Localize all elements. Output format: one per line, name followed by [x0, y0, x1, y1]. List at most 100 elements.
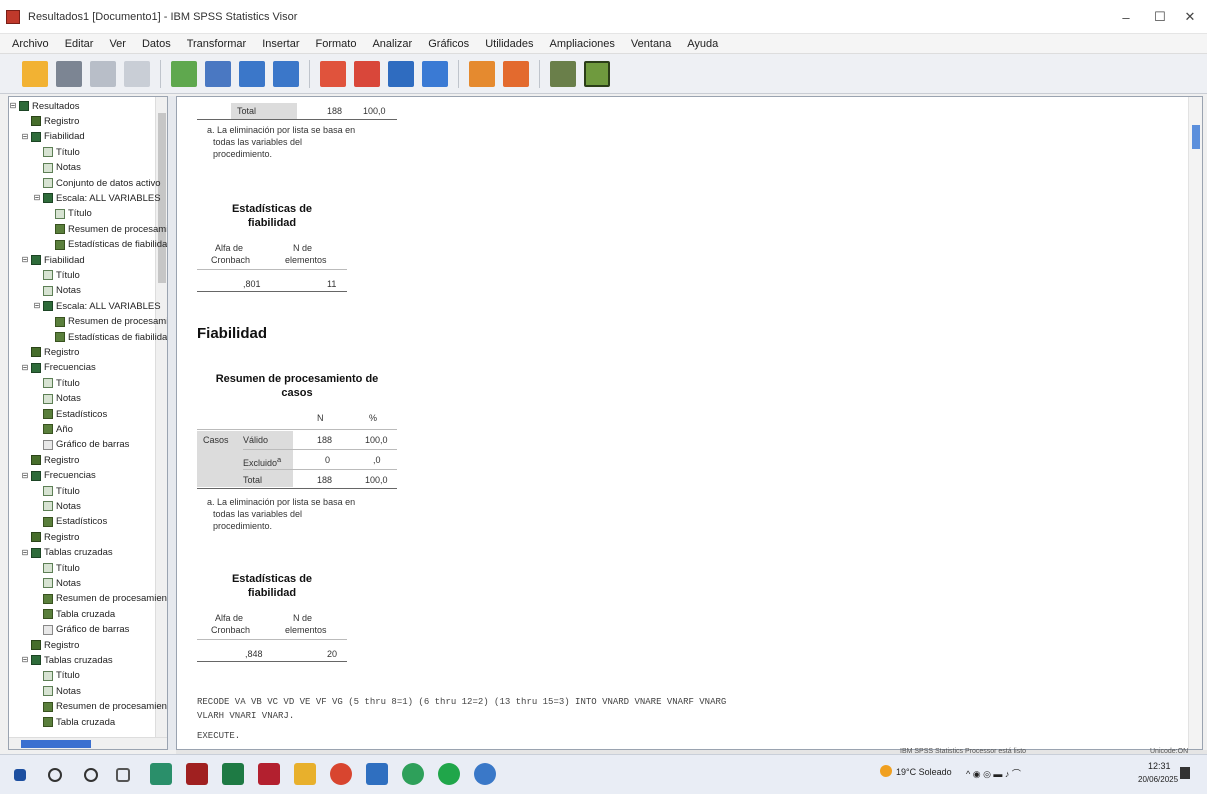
outline-item[interactable]: Escala: ALL VARIABLES [43, 191, 161, 205]
menu-datos[interactable]: Datos [134, 38, 179, 50]
outline-item[interactable]: Tablas cruzadas [31, 546, 113, 560]
clock-time[interactable]: 12:31 [1148, 761, 1171, 771]
outline-item[interactable]: Resumen de procesamiento de casos [43, 700, 167, 714]
select-icon[interactable] [550, 60, 576, 87]
search-icon[interactable] [48, 768, 62, 782]
outline-item[interactable]: Estadísticas de fiabilidad [55, 238, 167, 252]
teams-icon[interactable] [402, 763, 424, 785]
spss-viewer-icon[interactable] [474, 763, 496, 785]
recall-dialog-icon[interactable] [205, 60, 231, 87]
outline-item[interactable]: Notas [43, 284, 81, 298]
insert-output-icon[interactable] [469, 60, 495, 87]
undo-icon[interactable] [239, 60, 265, 87]
edge-icon[interactable] [150, 763, 172, 785]
print-preview-icon[interactable] [124, 60, 150, 87]
system-tray-icons[interactable]: ^ ◉ ◎ ▬ ♪ ⌒ [966, 767, 1021, 780]
widgets-icon[interactable] [116, 768, 130, 782]
outline-item[interactable]: Tabla cruzada [43, 715, 115, 729]
output-content-pane[interactable]: Total 188 100,0 a. La eliminación por li… [176, 96, 1203, 750]
outline-item[interactable]: Año [43, 422, 73, 436]
variables-icon[interactable] [422, 60, 448, 87]
outline-item[interactable]: Registro [31, 638, 79, 652]
outline-item[interactable]: Gráfico de barras [43, 438, 129, 452]
outline-item[interactable]: Gráfico de barras [43, 623, 129, 637]
outline-item[interactable]: Título [55, 207, 92, 221]
outline-item[interactable]: Notas [43, 392, 81, 406]
outline-item[interactable]: Estadísticos [43, 407, 107, 421]
goto-data-icon[interactable] [320, 60, 346, 87]
menu-ventana[interactable]: Ventana [623, 38, 679, 50]
outline-item[interactable]: Título [43, 561, 80, 575]
menu-transformar[interactable]: Transformar [179, 38, 255, 50]
outline-item[interactable]: Tablas cruzadas [31, 653, 113, 667]
weather-text[interactable]: 19°C Soleado [896, 767, 952, 777]
menu-insertar[interactable]: Insertar [254, 38, 307, 50]
outline-item[interactable]: Registro [31, 345, 79, 359]
menu-graficos[interactable]: Gráficos [420, 38, 477, 50]
outline-item[interactable]: Notas [43, 499, 81, 513]
outline-item[interactable]: Frecuencias [31, 361, 96, 375]
outline-item[interactable]: Título [43, 484, 80, 498]
export-icon[interactable] [171, 60, 197, 87]
minimize-button[interactable]: – [1108, 0, 1144, 34]
outline-item[interactable]: Título [43, 145, 80, 159]
outline-item[interactable]: Notas [43, 684, 81, 698]
outline-item[interactable]: Estadísticas de fiabilidad [55, 330, 167, 344]
run-icon[interactable] [584, 60, 610, 87]
tree-expand-toggle[interactable]: ⊟ [21, 132, 29, 141]
print-icon[interactable] [90, 60, 116, 87]
tree-expand-toggle[interactable]: ⊟ [21, 363, 29, 372]
menu-ayuda[interactable]: Ayuda [679, 38, 726, 50]
spss-icon[interactable] [258, 763, 280, 785]
save-icon[interactable] [56, 60, 82, 87]
tree-expand-toggle[interactable]: ⊟ [21, 548, 29, 557]
tree-expand-toggle[interactable]: ⊟ [33, 194, 41, 202]
menu-archivo[interactable]: Archivo [4, 38, 57, 50]
outline-item[interactable]: Fiabilidad [31, 130, 85, 144]
outline-item[interactable]: Título [43, 268, 80, 282]
excel-icon[interactable] [222, 763, 244, 785]
outline-item[interactable]: Título [43, 669, 80, 683]
menu-ampliaciones[interactable]: Ampliaciones [542, 38, 623, 50]
outline-item[interactable]: Tabla cruzada [43, 607, 115, 621]
outline-item[interactable]: Conjunto de datos activo [43, 176, 161, 190]
designate-window-icon[interactable] [503, 60, 529, 87]
menu-utilidades[interactable]: Utilidades [477, 38, 541, 50]
weather-icon[interactable] [880, 765, 892, 777]
outline-item[interactable]: Fiabilidad [31, 253, 85, 267]
outline-item[interactable]: Resumen de procesamiento de casos [55, 315, 167, 329]
outline-item[interactable]: Notas [43, 161, 81, 175]
goto-case-icon[interactable] [354, 60, 380, 87]
close-button[interactable]: ✕ [1172, 0, 1207, 34]
scroll-thumb[interactable] [21, 740, 91, 748]
pane-splitter[interactable] [168, 96, 176, 750]
outline-item[interactable]: Frecuencias [31, 469, 96, 483]
chrome-icon[interactable] [330, 763, 352, 785]
goto-variable-icon[interactable] [388, 60, 414, 87]
file-explorer-icon[interactable] [294, 763, 316, 785]
access-icon[interactable] [186, 763, 208, 785]
outline-item[interactable]: Estadísticos [43, 515, 107, 529]
tree-expand-toggle[interactable]: ⊟ [21, 256, 29, 264]
whatsapp-icon[interactable] [438, 763, 460, 785]
scroll-thumb[interactable] [1192, 125, 1200, 149]
clock-date[interactable]: 20/06/2025 [1138, 775, 1178, 784]
outline-item[interactable]: Resumen de procesamiento de casos [55, 222, 167, 236]
open-icon[interactable] [22, 60, 48, 87]
menu-editar[interactable]: Editar [57, 38, 102, 50]
tree-expand-toggle[interactable]: ⊟ [21, 656, 29, 664]
redo-icon[interactable] [273, 60, 299, 87]
outline-item[interactable]: Resumen de procesamiento de casos [43, 592, 167, 606]
outline-item[interactable]: Resultados [19, 99, 80, 113]
task-view-icon[interactable] [84, 768, 98, 782]
outline-item[interactable]: Registro [31, 114, 79, 128]
tree-expand-toggle[interactable]: ⊟ [9, 102, 17, 110]
menu-analizar[interactable]: Analizar [364, 38, 420, 50]
start-icon[interactable] [14, 769, 26, 781]
outline-item[interactable]: Registro [31, 530, 79, 544]
tree-expand-toggle[interactable]: ⊟ [33, 302, 41, 310]
notification-icon[interactable] [1180, 767, 1190, 779]
content-vertical-scrollbar[interactable] [1188, 97, 1202, 749]
menu-formato[interactable]: Formato [308, 38, 365, 50]
menu-ver[interactable]: Ver [101, 38, 134, 50]
